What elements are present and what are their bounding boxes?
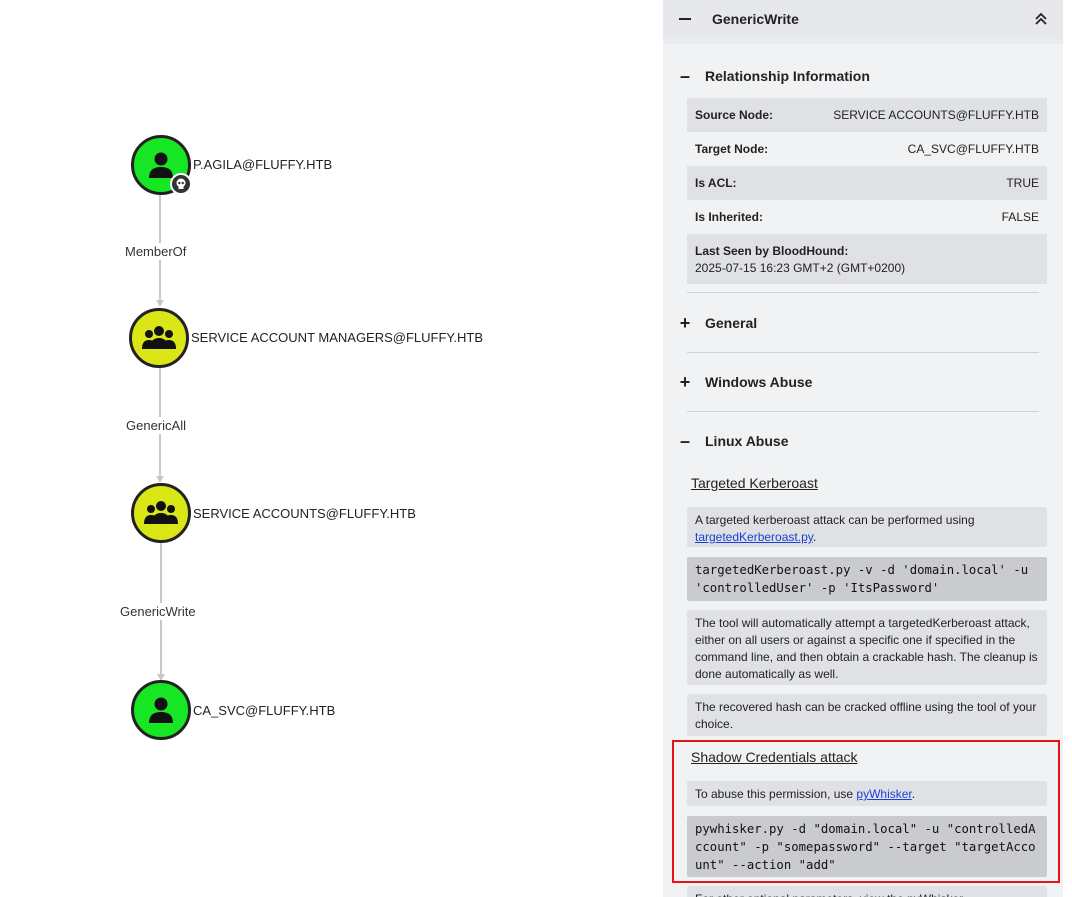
- divider: [687, 292, 1039, 293]
- kv-source-node: Source Node: SERVICE ACCOUNTS@FLUFFY.HTB: [687, 98, 1047, 132]
- kv-is-inherited: Is Inherited: FALSE: [687, 200, 1047, 234]
- section-linux-abuse-header[interactable]: – Linux Abuse: [663, 423, 1063, 459]
- edge-label-genericall[interactable]: GenericAll: [123, 417, 189, 434]
- kv-key: Source Node:: [695, 108, 774, 122]
- expand-toggle[interactable]: +: [679, 373, 691, 391]
- kv-target-node: Target Node: CA_SVC@FLUFFY.HTB: [687, 132, 1047, 166]
- intro-text: A targeted kerberoast attack can be perf…: [695, 513, 975, 527]
- section-relationship-title: Relationship Information: [705, 68, 870, 84]
- panel-body: – Relationship Information Source Node: …: [663, 44, 1063, 897]
- kv-value: FALSE: [1001, 210, 1039, 224]
- node-user-ca-svc[interactable]: [131, 680, 191, 740]
- group-icon: [142, 326, 176, 349]
- minimize-icon[interactable]: [679, 18, 691, 20]
- period: .: [812, 530, 817, 544]
- section-relationship-header[interactable]: – Relationship Information: [663, 58, 1063, 94]
- kv-is-acl: Is ACL: TRUE: [687, 166, 1047, 200]
- node-label-ca-svc: CA_SVC@FLUFFY.HTB: [193, 703, 336, 718]
- edge-genericall-arrow: [156, 476, 164, 483]
- kv-key: Is Inherited:: [695, 210, 764, 224]
- group-icon: [144, 501, 178, 524]
- panel-header[interactable]: GenericWrite: [663, 0, 1063, 39]
- subheading-targeted-kerberoast[interactable]: Targeted Kerberoast: [691, 475, 818, 491]
- kv-value: TRUE: [1006, 176, 1039, 190]
- intro-text: To abuse this permission, use: [695, 787, 857, 801]
- period: .: [911, 787, 916, 801]
- kerberoast-crack-note: The recovered hash can be cracked offlin…: [687, 694, 1047, 736]
- targetedkerberoast-link[interactable]: targetedKerberoast.py: [695, 530, 813, 544]
- kv-value: 2025-07-15 16:23 GMT+2 (GMT+0200): [695, 261, 906, 275]
- node-group-service-accounts[interactable]: [131, 483, 191, 543]
- user-icon: [149, 152, 173, 178]
- kv-value: CA_SVC@FLUFFY.HTB: [907, 142, 1039, 156]
- edge-memberof-arrow: [156, 300, 164, 307]
- kerberoast-intro: A targeted kerberoast attack can be perf…: [687, 507, 1047, 547]
- node-label-service-accounts: SERVICE ACCOUNTS@FLUFFY.HTB: [193, 506, 416, 521]
- subheading-shadow-credentials[interactable]: Shadow Credentials attack: [691, 749, 858, 765]
- section-general-header[interactable]: + General: [663, 305, 1063, 341]
- user-icon: [149, 697, 173, 723]
- section-windows-abuse-title: Windows Abuse: [705, 374, 813, 390]
- graph-canvas[interactable]: MemberOf GenericAll GenericWrite P.AGILA…: [0, 0, 660, 897]
- expand-toggle[interactable]: +: [679, 314, 691, 332]
- kv-key: Target Node:: [695, 142, 769, 156]
- divider: [687, 352, 1039, 353]
- node-group-service-account-managers[interactable]: [129, 308, 189, 368]
- skull-icon: [170, 173, 192, 195]
- kv-key: Last Seen by BloodHound:: [695, 244, 849, 258]
- shadow-intro: To abuse this permission, use pyWhisker.: [687, 781, 1047, 806]
- kerberoast-command[interactable]: targetedKerberoast.py -v -d 'domain.loca…: [687, 557, 1047, 601]
- node-label-pagila: P.AGILA@FLUFFY.HTB: [193, 157, 333, 172]
- section-windows-abuse-header[interactable]: + Windows Abuse: [663, 364, 1063, 400]
- collapse-toggle[interactable]: –: [679, 67, 691, 85]
- kerberoast-description: The tool will automatically attempt a ta…: [687, 610, 1047, 685]
- double-chevron-up-icon[interactable]: [1034, 12, 1048, 31]
- pywhisker-command[interactable]: pywhisker.py -d "domain.local" -u "contr…: [687, 816, 1047, 877]
- panel-title: GenericWrite: [712, 11, 799, 27]
- kv-value: SERVICE ACCOUNTS@FLUFFY.HTB: [833, 108, 1039, 122]
- collapse-toggle[interactable]: –: [679, 432, 691, 450]
- section-linux-abuse-title: Linux Abuse: [705, 433, 789, 449]
- edge-info-panel: GenericWrite – Relationship Information …: [663, 0, 1063, 897]
- divider: [687, 411, 1039, 412]
- kv-key: Is ACL:: [695, 176, 737, 190]
- node-label-service-account-managers: SERVICE ACCOUNT MANAGERS@FLUFFY.HTB: [191, 330, 484, 345]
- edge-label-memberof[interactable]: MemberOf: [122, 243, 190, 260]
- pywhisker-link[interactable]: pyWhisker: [856, 787, 911, 801]
- kv-last-seen: Last Seen by BloodHound: 2025-07-15 16:2…: [687, 234, 1047, 284]
- section-general-title: General: [705, 315, 758, 331]
- pywhisker-options-note: For other optional parameters, view the …: [687, 886, 1047, 897]
- edge-label-genericwrite[interactable]: GenericWrite: [117, 603, 199, 620]
